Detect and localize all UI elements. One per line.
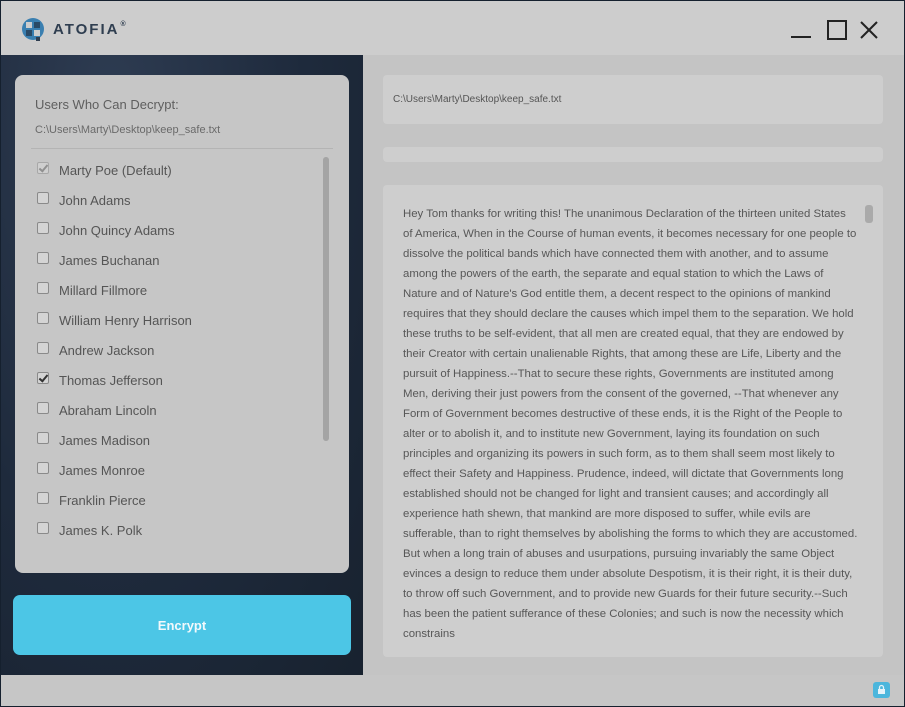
user-label: William Henry Harrison xyxy=(59,312,192,328)
users-file-path: C:\Users\Marty\Desktop\keep_safe.txt xyxy=(35,124,221,136)
user-item[interactable]: James K. Polk xyxy=(37,515,317,545)
user-item[interactable]: Abraham Lincoln xyxy=(37,395,317,425)
progress-bar xyxy=(383,147,883,162)
user-checkbox[interactable] xyxy=(37,192,49,204)
user-item[interactable]: John Quincy Adams xyxy=(37,215,317,245)
user-checkbox[interactable] xyxy=(37,462,49,474)
user-checkbox[interactable] xyxy=(37,402,49,414)
user-label: Thomas Jefferson xyxy=(59,372,163,388)
file-content-area[interactable]: Hey Tom thanks for writing this! The una… xyxy=(383,185,883,657)
user-item[interactable]: James Madison xyxy=(37,425,317,455)
atofia-logo-icon xyxy=(22,18,44,41)
close-icon[interactable] xyxy=(858,19,880,41)
user-item[interactable]: John Adams xyxy=(37,185,317,215)
user-checkbox[interactable] xyxy=(37,222,49,234)
user-label: Marty Poe (Default) xyxy=(59,162,172,178)
user-list-scroll-thumb[interactable] xyxy=(323,157,329,441)
right-panel: C:\Users\Marty\Desktop\keep_safe.txt Hey… xyxy=(363,55,904,675)
user-item[interactable]: Millard Fillmore xyxy=(37,275,317,305)
file-path-text: C:\Users\Marty\Desktop\keep_safe.txt xyxy=(393,94,562,105)
minimize-icon[interactable] xyxy=(790,19,812,41)
maximize-icon[interactable] xyxy=(826,19,848,41)
user-item[interactable]: William Henry Harrison xyxy=(37,305,317,335)
user-checkbox[interactable] xyxy=(37,342,49,354)
user-item[interactable]: Thomas Jefferson xyxy=(37,365,317,395)
user-item[interactable]: Franklin Pierce xyxy=(37,485,317,515)
user-label: John Quincy Adams xyxy=(59,222,175,238)
user-label: James K. Polk xyxy=(59,522,143,538)
app-window: ATOFIA® Users Who Can Decrypt: C:\Users\… xyxy=(0,0,905,707)
left-panel: Users Who Can Decrypt: C:\Users\Marty\De… xyxy=(1,55,363,675)
file-content-scrollbar[interactable] xyxy=(865,205,873,223)
lock-icon[interactable] xyxy=(873,682,890,698)
user-item[interactable]: Marty Poe (Default) xyxy=(37,155,317,185)
user-checkbox[interactable] xyxy=(37,432,49,444)
file-content-text: Hey Tom thanks for writing this! The una… xyxy=(403,208,858,640)
user-label: Millard Fillmore xyxy=(59,282,148,298)
users-panel-title: Users Who Can Decrypt: xyxy=(35,97,179,112)
status-bar xyxy=(1,675,904,706)
user-checkbox[interactable] xyxy=(37,252,49,264)
user-label: James Monroe xyxy=(59,462,145,478)
brand-name: ATOFIA® xyxy=(53,20,128,38)
user-label: James Madison xyxy=(59,432,151,448)
user-item[interactable]: James Buchanan xyxy=(37,245,317,275)
user-checkbox[interactable] xyxy=(37,372,49,384)
user-checkbox[interactable] xyxy=(37,282,49,294)
user-label: Abraham Lincoln xyxy=(59,402,157,418)
title-bar: ATOFIA® xyxy=(1,1,904,55)
user-item[interactable]: James Monroe xyxy=(37,455,317,485)
user-label: Andrew Jackson xyxy=(59,342,155,358)
user-checkbox[interactable] xyxy=(37,522,49,534)
users-card: Users Who Can Decrypt: C:\Users\Marty\De… xyxy=(15,75,349,573)
app-logo: ATOFIA® xyxy=(21,17,128,41)
user-checkbox[interactable] xyxy=(37,492,49,504)
user-checkbox xyxy=(37,162,49,174)
encrypt-button-label: Encrypt xyxy=(157,617,207,633)
user-list: Marty Poe (Default) John Adams John Quincy… xyxy=(37,155,317,551)
user-checkbox[interactable] xyxy=(37,312,49,324)
user-item[interactable]: Andrew Jackson xyxy=(37,335,317,365)
user-label: James Buchanan xyxy=(59,252,160,268)
encrypt-button[interactable]: Encrypt xyxy=(13,595,351,655)
user-label: Franklin Pierce xyxy=(59,492,146,508)
user-label: John Adams xyxy=(59,192,131,208)
users-divider xyxy=(31,148,333,149)
file-path-field[interactable]: C:\Users\Marty\Desktop\keep_safe.txt xyxy=(383,75,883,124)
user-list-scrollbar[interactable] xyxy=(323,157,329,441)
